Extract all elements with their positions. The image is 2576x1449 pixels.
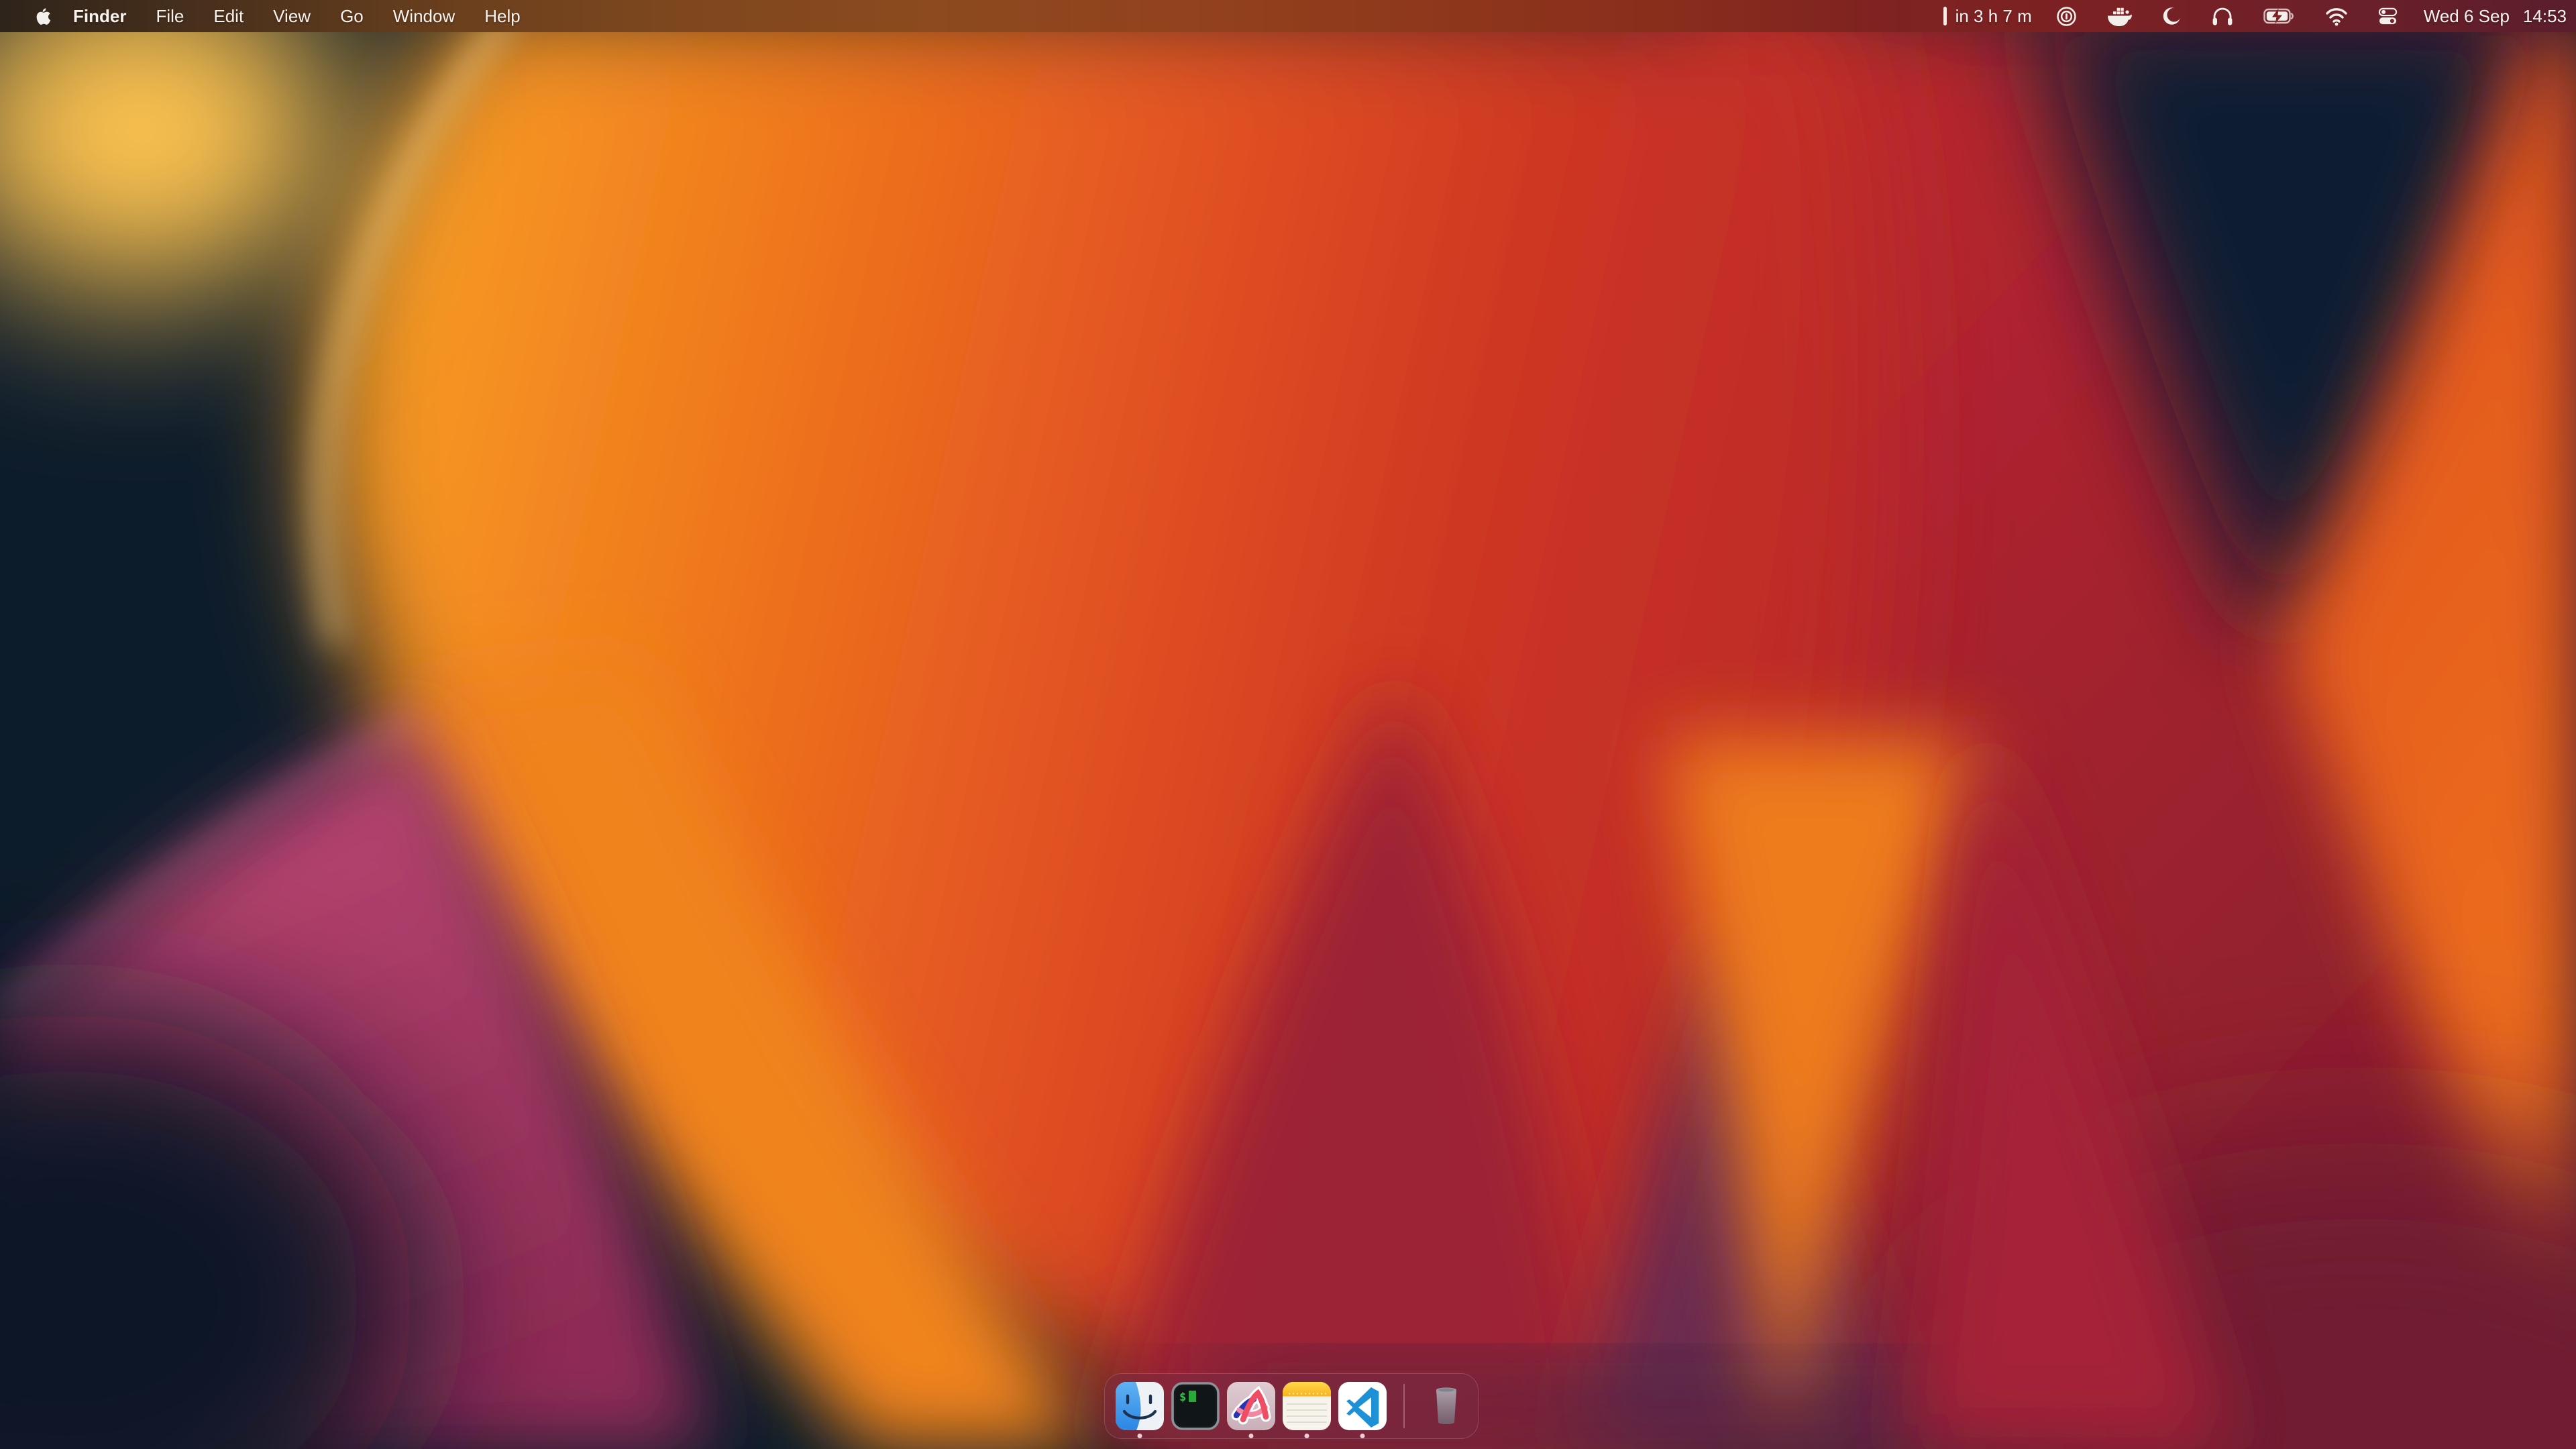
arc-browser-icon xyxy=(1227,1382,1275,1430)
menubar-clock[interactable]: Wed 6 Sep 14:53 xyxy=(2424,6,2567,27)
notes-icon xyxy=(1283,1382,1331,1430)
finder-icon xyxy=(1116,1382,1164,1430)
active-app-menu[interactable]: Finder xyxy=(58,6,141,27)
dock-item-vscode[interactable] xyxy=(1338,1382,1387,1430)
running-indicator xyxy=(1304,1434,1309,1438)
dock-item-trash[interactable] xyxy=(1422,1382,1462,1430)
menu-bar: Finder File Edit View Go Window Help in … xyxy=(0,0,2576,32)
menu-file[interactable]: File xyxy=(141,6,199,27)
menu-help[interactable]: Help xyxy=(470,6,535,27)
wifi-icon[interactable] xyxy=(2325,6,2348,26)
status-icons xyxy=(2056,5,2398,27)
running-indicator xyxy=(1137,1434,1142,1438)
dock-separator xyxy=(1403,1384,1405,1428)
dock-item-terminal[interactable]: $ xyxy=(1171,1382,1220,1430)
trash-icon xyxy=(1422,1382,1470,1430)
focus-moon-icon[interactable] xyxy=(2161,6,2182,26)
dock-item-notes[interactable] xyxy=(1283,1382,1331,1430)
menu-window[interactable]: Window xyxy=(378,6,470,27)
apple-menu-icon[interactable] xyxy=(34,5,52,25)
menu-edit[interactable]: Edit xyxy=(199,6,258,27)
menu-bar-status-area: in 3 h 7 m xyxy=(1943,0,2568,32)
headphones-icon[interactable] xyxy=(2211,5,2234,27)
control-center-icon[interactable] xyxy=(2377,6,2398,27)
terminal-icon: $ xyxy=(1171,1382,1220,1430)
docker-icon[interactable] xyxy=(2106,6,2132,26)
vscode-icon xyxy=(1338,1382,1387,1430)
dock-item-finder[interactable] xyxy=(1116,1382,1164,1430)
1password-icon[interactable] xyxy=(2056,6,2077,27)
desktop-wallpaper xyxy=(0,0,2576,1449)
running-indicator xyxy=(1248,1434,1253,1438)
wallpaper-art xyxy=(0,0,2576,1449)
menu-go[interactable]: Go xyxy=(325,6,378,27)
countdown-status-item[interactable]: in 3 h 7 m xyxy=(1955,6,2032,27)
dock-item-arc[interactable] xyxy=(1227,1382,1275,1430)
clock-date: Wed 6 Sep xyxy=(2424,6,2510,27)
battery-charging-icon[interactable] xyxy=(2263,5,2296,27)
countdown-separator-bar[interactable] xyxy=(1943,7,1947,25)
dock: $ xyxy=(1104,1373,1479,1439)
svg-text:$: $ xyxy=(1179,1391,1186,1404)
clock-time: 14:53 xyxy=(2523,6,2567,27)
menu-bar-left: Finder File Edit View Go Window Help xyxy=(24,0,535,32)
menu-view[interactable]: View xyxy=(258,6,325,27)
running-indicator xyxy=(1360,1434,1364,1438)
